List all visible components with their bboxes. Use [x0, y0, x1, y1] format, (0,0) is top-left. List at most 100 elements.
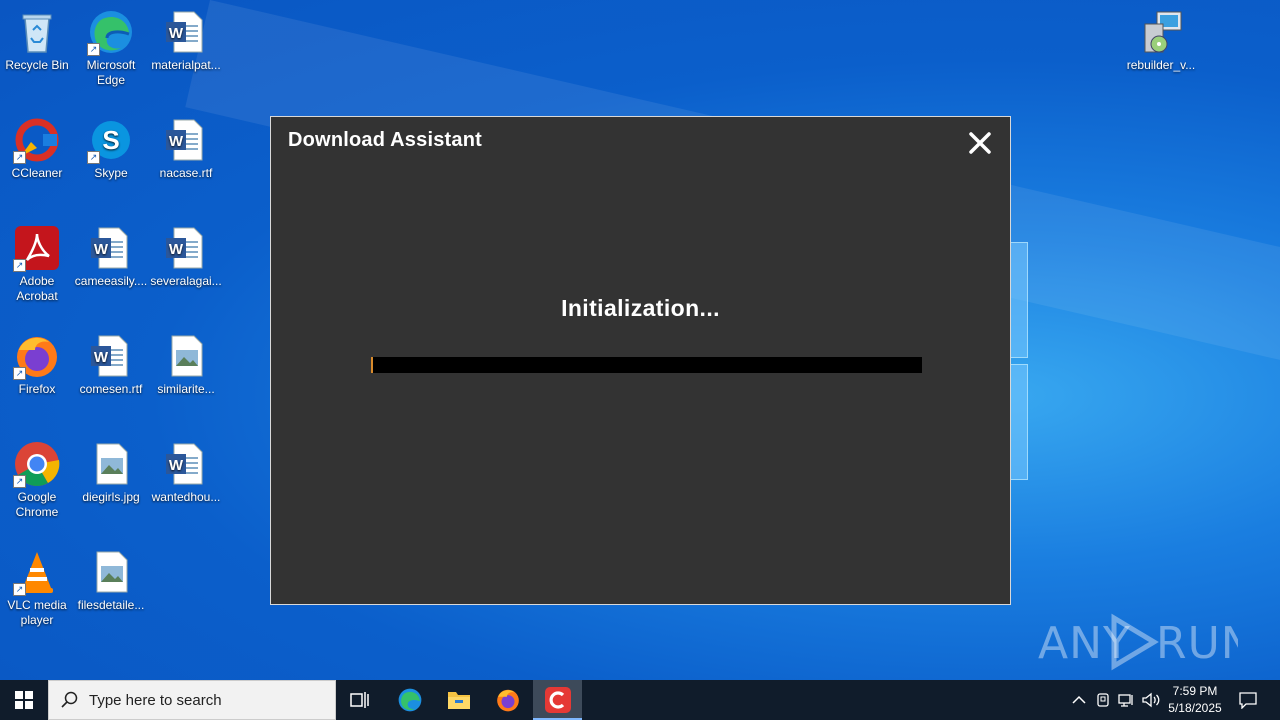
icon-label: nacase.rtf	[159, 166, 213, 180]
desktop-icon-google-chrome[interactable]: ↗ Google Chrome	[0, 436, 75, 520]
clock-date: 5/18/2025	[1168, 701, 1222, 715]
icon-label: Firefox	[18, 382, 56, 396]
taskbar-clock[interactable]: 7:59 PM 5/18/2025	[1160, 683, 1230, 717]
icon-label: rebuilder_v...	[1126, 58, 1196, 72]
shortcut-arrow-icon: ↗	[13, 583, 26, 596]
task-view-button[interactable]	[336, 680, 384, 720]
file-explorer-icon	[448, 692, 470, 709]
image-file-icon	[87, 548, 135, 596]
image-file-icon	[87, 440, 135, 488]
tray-device-button[interactable]	[1092, 680, 1114, 720]
ccleaner-icon	[544, 687, 571, 713]
desktop-icon-microsoft-edge[interactable]: ↗ Microsoft Edge	[73, 4, 149, 88]
chrome-icon: ↗	[13, 440, 61, 488]
icon-label: Microsoft Edge	[86, 58, 136, 87]
icon-label: cameeasily....	[74, 274, 148, 288]
desktop-icon-comesen[interactable]: W comesen.rtf	[73, 328, 149, 397]
icon-label: Skype	[94, 166, 128, 180]
desktop-icon-wantedhou[interactable]: W wantedhou...	[148, 436, 224, 505]
svg-text:W: W	[169, 457, 184, 474]
vlc-icon: ↗	[13, 548, 61, 596]
action-center-button[interactable]	[1234, 680, 1262, 720]
search-icon	[61, 691, 78, 708]
show-hidden-icons-button[interactable]	[1068, 680, 1090, 720]
taskbar-search-box[interactable]	[48, 680, 336, 720]
close-icon[interactable]	[966, 129, 994, 157]
start-button[interactable]	[0, 680, 48, 720]
image-file-icon	[162, 332, 210, 380]
desktop-icon-diegirls[interactable]: diegirls.jpg	[73, 436, 149, 505]
svg-text:W: W	[169, 241, 184, 258]
taskbar-file-explorer[interactable]	[435, 680, 483, 720]
download-assistant-dialog: Download Assistant Initialization...	[270, 116, 1011, 605]
desktop-icon-firefox[interactable]: ↗ Firefox	[0, 328, 75, 397]
shortcut-arrow-icon: ↗	[87, 151, 100, 164]
icon-label: wantedhou...	[151, 490, 221, 504]
tray-volume-button[interactable]	[1140, 680, 1162, 720]
icon-label: severalagai...	[150, 274, 222, 288]
desktop-icon-vlc[interactable]: ↗ VLC media player	[0, 544, 75, 628]
word-doc-icon: W	[162, 224, 210, 272]
taskbar: 7:59 PM 5/18/2025	[0, 680, 1280, 720]
desktop-icon-severalagai[interactable]: W severalagai...	[148, 220, 224, 289]
svg-text:W: W	[169, 25, 184, 42]
firefox-icon: ↗	[13, 332, 61, 380]
anyrun-watermark: ANY RUN	[1038, 612, 1254, 672]
search-input[interactable]	[87, 690, 321, 710]
desktop-icon-ccleaner[interactable]: ↗ CCleaner	[0, 112, 75, 181]
speaker-icon	[1142, 692, 1160, 708]
taskbar-edge[interactable]	[386, 680, 434, 720]
status-text: Initialization...	[561, 295, 720, 321]
chevron-up-icon	[1072, 695, 1086, 704]
icon-label: materialpat...	[151, 58, 221, 72]
word-doc-icon: W	[162, 116, 210, 164]
skype-icon: S ↗	[87, 116, 135, 164]
icon-label: comesen.rtf	[79, 382, 143, 396]
device-icon	[1097, 693, 1109, 707]
desktop-icon-nacase[interactable]: W nacase.rtf	[148, 112, 224, 181]
shortcut-arrow-icon: ↗	[13, 259, 26, 272]
desktop-icon-cameeasily[interactable]: W cameeasily....	[73, 220, 149, 289]
word-doc-icon: W	[162, 8, 210, 56]
progress-bar-fill	[371, 357, 373, 373]
shortcut-arrow-icon: ↗	[13, 475, 26, 488]
taskbar-ccleaner[interactable]	[533, 680, 582, 720]
desktop-icon-filesdetaile[interactable]: filesdetaile...	[73, 544, 149, 613]
taskbar-firefox[interactable]	[484, 680, 532, 720]
icon-label: diegirls.jpg	[82, 490, 140, 504]
tray-network-button[interactable]	[1116, 680, 1138, 720]
word-doc-icon: W	[87, 332, 135, 380]
desktop-icon-materialpat[interactable]: W materialpat...	[148, 4, 224, 73]
watermark-text-right: RUN	[1156, 618, 1238, 669]
clock-time: 7:59 PM	[1172, 684, 1218, 698]
word-doc-icon: W	[162, 440, 210, 488]
notifications-icon	[1239, 692, 1257, 709]
firefox-icon	[497, 689, 519, 712]
icon-label: Google Chrome	[15, 490, 59, 519]
icon-label: filesdetaile...	[77, 598, 145, 612]
acrobat-icon: ↗	[13, 224, 61, 272]
edge-icon	[398, 688, 422, 712]
icon-label: VLC media player	[7, 598, 67, 627]
desktop-icon-adobe-acrobat[interactable]: ↗ Adobe Acrobat	[0, 220, 75, 304]
progress-bar	[371, 357, 922, 373]
shortcut-arrow-icon: ↗	[13, 151, 26, 164]
task-view-icon	[350, 692, 369, 708]
icon-label: Adobe Acrobat	[16, 274, 58, 303]
edge-icon: ↗	[87, 8, 135, 56]
recycle-bin-icon	[13, 8, 61, 56]
start-icon	[15, 691, 33, 709]
svg-text:S: S	[102, 125, 119, 155]
icon-label: similarite...	[157, 382, 215, 396]
desktop-icon-skype[interactable]: S ↗ Skype	[73, 112, 149, 181]
desktop: Recycle Bin ↗ CCleaner ↗ Adobe Acrobat ↗…	[0, 0, 1280, 680]
desktop-icon-recycle-bin[interactable]: Recycle Bin	[0, 4, 75, 73]
desktop-icon-similarite[interactable]: similarite...	[148, 328, 224, 397]
word-doc-icon: W	[87, 224, 135, 272]
icon-label: CCleaner	[11, 166, 63, 180]
icon-label: Recycle Bin	[5, 58, 69, 72]
network-icon	[1118, 694, 1133, 707]
svg-text:W: W	[94, 349, 109, 366]
shortcut-arrow-icon: ↗	[13, 367, 26, 380]
desktop-icon-rebuilder[interactable]: rebuilder_v...	[1123, 4, 1199, 73]
